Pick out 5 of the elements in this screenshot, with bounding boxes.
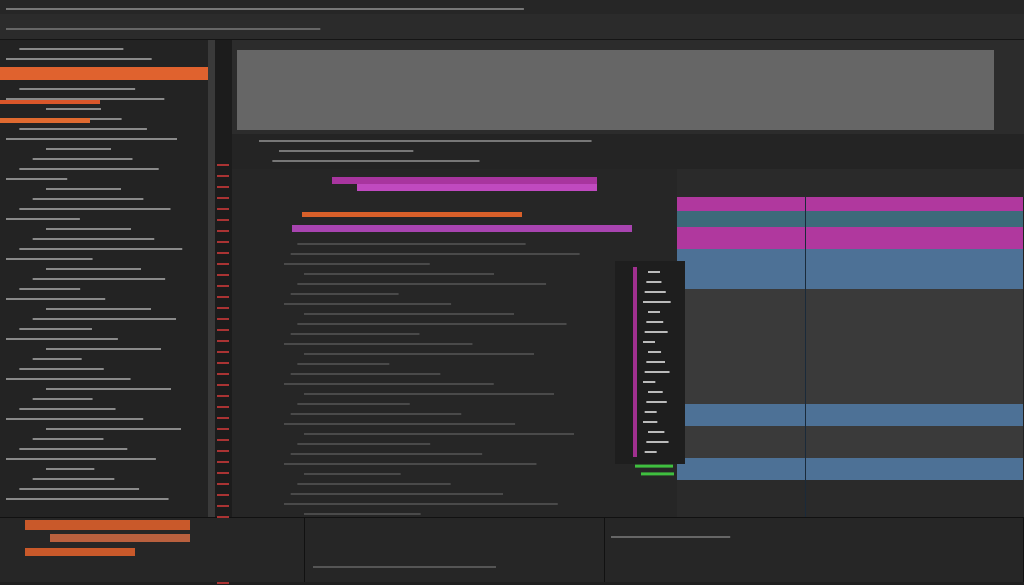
scrollbar[interactable] bbox=[208, 40, 215, 517]
timeline-clip[interactable] bbox=[292, 225, 632, 233]
timeline-clip[interactable] bbox=[332, 177, 597, 185]
timeline-clip[interactable] bbox=[357, 184, 597, 192]
timeline-clip[interactable] bbox=[302, 212, 522, 218]
